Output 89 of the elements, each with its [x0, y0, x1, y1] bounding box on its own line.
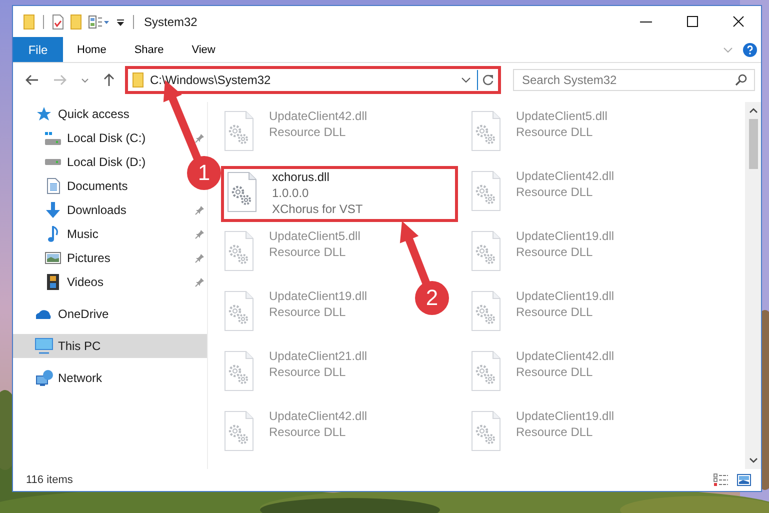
file-detail: Resource DLL	[516, 424, 594, 440]
file-detail: Resource DLL	[269, 364, 347, 380]
drive-icon	[45, 159, 61, 165]
details-view-icon[interactable]	[713, 473, 729, 487]
nav-item[interactable]: This PC	[13, 334, 207, 358]
nav-item[interactable]: Videos	[44, 270, 104, 294]
refresh-icon[interactable]	[482, 74, 494, 86]
file-name: UpdateClient19.dll	[269, 288, 368, 304]
file-gears-icon	[471, 171, 501, 211]
properties-icon[interactable]	[52, 14, 64, 30]
nav-item[interactable]: OneDrive	[35, 302, 109, 326]
file-item[interactable]: xchorus.dll 1.0.0.0 XChorus for VST	[221, 166, 458, 222]
file-gears-icon	[224, 411, 254, 451]
file-gears-icon	[471, 231, 501, 271]
scroll-up-icon[interactable]	[748, 108, 758, 113]
nav-item[interactable]: Pictures	[44, 246, 110, 270]
nav-item[interactable]: Music	[44, 222, 98, 246]
file-name: UpdateClient19.dll	[516, 228, 614, 244]
file-detail: Resource DLL	[269, 304, 347, 320]
cloud-icon	[36, 309, 52, 319]
ribbon-tab[interactable]: Home	[63, 37, 120, 62]
file-name: UpdateClient19.dll	[516, 288, 614, 304]
file-gears-icon	[227, 172, 257, 212]
file-detail: Resource DLL	[269, 424, 347, 440]
file-gears-icon	[471, 351, 501, 391]
dropdown-icon[interactable]	[461, 77, 471, 83]
music-note-icon	[48, 226, 58, 242]
ribbon-tab[interactable]: View	[178, 37, 230, 62]
drive-icon	[45, 132, 61, 144]
file-menu-button[interactable]: File	[13, 37, 63, 62]
address-path: C:\Windows\System32	[150, 73, 271, 87]
file-detail: Resource DLL	[269, 124, 347, 140]
file-name: UpdateClient42.dll	[516, 168, 614, 184]
monitor-icon	[35, 338, 53, 354]
file-gears-icon	[471, 111, 501, 151]
download-arrow-icon	[46, 202, 60, 218]
file-detail: Resource DLL	[269, 244, 347, 260]
file-gears-icon	[224, 111, 254, 151]
item-count: 116 items	[26, 474, 73, 486]
nav-item[interactable]: Quick access	[35, 102, 130, 126]
file-gears-icon	[224, 291, 254, 331]
file-gears-icon	[471, 411, 501, 451]
help-icon[interactable]	[743, 42, 757, 56]
file-name: UpdateClient5.dll	[516, 108, 608, 124]
search-field[interactable]: Search System32	[513, 69, 755, 91]
document-icon	[46, 178, 60, 194]
star-icon	[36, 107, 52, 121]
search-icon[interactable]	[735, 74, 747, 86]
file-detail: Resource DLL	[516, 364, 594, 380]
scroll-thumb[interactable]	[748, 119, 758, 169]
file-name: UpdateClient19.dll	[516, 408, 614, 424]
up-icon[interactable]	[103, 73, 115, 87]
nav-item[interactable]: Network	[35, 366, 102, 390]
nav-item[interactable]: Local Disk (D:)	[44, 150, 146, 174]
file-name: xchorus.dll	[272, 169, 330, 185]
ribbon-tab[interactable]: Share	[120, 37, 178, 62]
file-detail: Resource DLL	[516, 124, 594, 140]
nav-item[interactable]: Local Disk (C:)	[44, 126, 146, 150]
nav-item[interactable]: Downloads	[44, 198, 126, 222]
back-icon[interactable]	[25, 74, 39, 86]
folder-icon	[132, 72, 144, 88]
file-gears-icon	[224, 351, 254, 391]
window-title: System32	[144, 14, 198, 28]
file-detail: Resource DLL	[516, 244, 594, 260]
address-bar[interactable]: C:\Windows\System32	[125, 66, 501, 94]
recent-dropdown-icon[interactable]	[81, 78, 89, 82]
scrollbar[interactable]	[745, 102, 761, 469]
file-detail: 1.0.0.0	[272, 185, 310, 201]
file-name: UpdateClient42.dll	[516, 348, 614, 364]
file-name: UpdateClient5.dll	[269, 228, 360, 244]
file-detail: XChorus for VST	[272, 201, 363, 217]
close-icon[interactable]	[732, 16, 744, 27]
file-gears-icon	[224, 231, 254, 271]
layout-icon[interactable]	[88, 14, 110, 28]
nav-item[interactable]: Documents	[44, 174, 128, 198]
network-icon	[36, 370, 52, 386]
picture-icon	[45, 252, 61, 264]
file-name: UpdateClient42.dll	[269, 408, 368, 424]
film-icon	[47, 274, 59, 290]
file-gears-icon	[471, 291, 501, 331]
maximize-icon[interactable]	[686, 16, 698, 27]
dropdown-icon[interactable]	[116, 16, 125, 26]
minimize-icon[interactable]	[640, 20, 652, 22]
file-detail: Resource DLL	[516, 304, 594, 320]
file-name: UpdateClient42.dll	[269, 108, 368, 124]
file-name: UpdateClient21.dll	[269, 348, 368, 364]
scroll-down-icon[interactable]	[748, 458, 758, 463]
large-icons-view-icon[interactable]	[737, 474, 751, 486]
file-detail: Resource DLL	[516, 184, 594, 200]
